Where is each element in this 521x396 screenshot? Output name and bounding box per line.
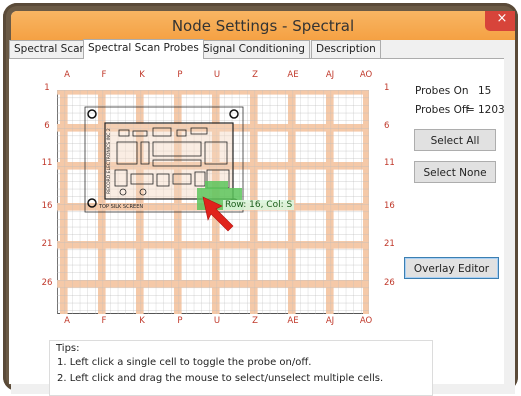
col-label-ao: AO [359, 316, 373, 326]
close-button[interactable]: × [485, 11, 515, 31]
row-label-1: 1 [384, 83, 390, 93]
row-label-26: 26 [384, 278, 395, 288]
tab-spectral-scan-probes[interactable]: Spectral Scan Probes [83, 39, 204, 59]
col-label-aj: AJ [325, 70, 335, 80]
tips-title: Tips: [56, 343, 80, 354]
probes-off-label: Probes Off [415, 104, 470, 116]
col-label-z: Z [252, 70, 258, 80]
col-label-ae: AE [287, 70, 299, 80]
col-label-u: U [213, 70, 221, 80]
col-label-a: A [64, 316, 70, 326]
row-label-26: 26 [41, 278, 53, 288]
window-title: Node Settings - Spectral [171, 17, 355, 35]
tab-spectral-scan[interactable]: Spectral Scan [9, 40, 92, 58]
probes-on-label: Probes On [415, 85, 469, 97]
row-label-11: 11 [41, 158, 53, 168]
overlay-editor-button[interactable]: Overlay Editor [404, 257, 499, 279]
select-none-button[interactable]: Select None [414, 161, 496, 183]
title-bar[interactable]: Node Settings - Spectral × [11, 11, 515, 40]
col-label-k: K [139, 316, 145, 326]
col-label-ao: AO [359, 70, 373, 80]
cell-tooltip: Row: 16, Col: S [223, 200, 295, 210]
tab-description[interactable]: Description [311, 40, 381, 58]
row-label-16: 16 [384, 201, 395, 211]
probes-off-equals: = [466, 104, 475, 116]
col-label-p: P [177, 316, 183, 326]
col-label-u: U [213, 316, 221, 326]
row-label-11: 11 [384, 158, 395, 168]
tip-item-2: 2. Left click and drag the mouse to sele… [57, 373, 384, 384]
col-label-p: P [177, 70, 183, 80]
board-vertical-text: RECORD ELECTRONICS INC 2 [106, 128, 112, 194]
row-label-1: 1 [44, 83, 50, 93]
col-label-f: F [101, 316, 107, 326]
close-icon: × [496, 11, 508, 26]
row-label-21: 21 [384, 239, 395, 249]
tab-signal-conditioning[interactable]: Signal Conditioning [198, 40, 310, 58]
probes-on-value: 15 [478, 85, 492, 97]
probes-off-value: 1203 [478, 104, 505, 116]
col-label-a: A [64, 70, 70, 80]
row-label-21: 21 [41, 239, 53, 249]
col-label-ae: AE [287, 316, 299, 326]
row-label-6: 6 [44, 121, 50, 131]
probe-grid[interactable]: RECORD ELECTRONICS INC 2 TOP SILK SCREEN [57, 90, 369, 314]
tips-box: Tips: 1. Left click a single cell to tog… [49, 340, 433, 396]
col-label-f: F [101, 70, 107, 80]
col-label-k: K [139, 70, 145, 80]
board-silk-label: TOP SILK SCREEN [98, 204, 143, 210]
probe-grid-canvas[interactable]: RECORD ELECTRONICS INC 2 TOP SILK SCREEN [57, 90, 369, 314]
row-label-16: 16 [41, 201, 53, 211]
row-label-6: 6 [384, 121, 390, 131]
col-label-z: Z [252, 316, 258, 326]
col-label-aj: AJ [325, 316, 335, 326]
select-all-button[interactable]: Select All [414, 129, 496, 151]
tip-item-1: 1. Left click a single cell to toggle th… [57, 357, 312, 368]
